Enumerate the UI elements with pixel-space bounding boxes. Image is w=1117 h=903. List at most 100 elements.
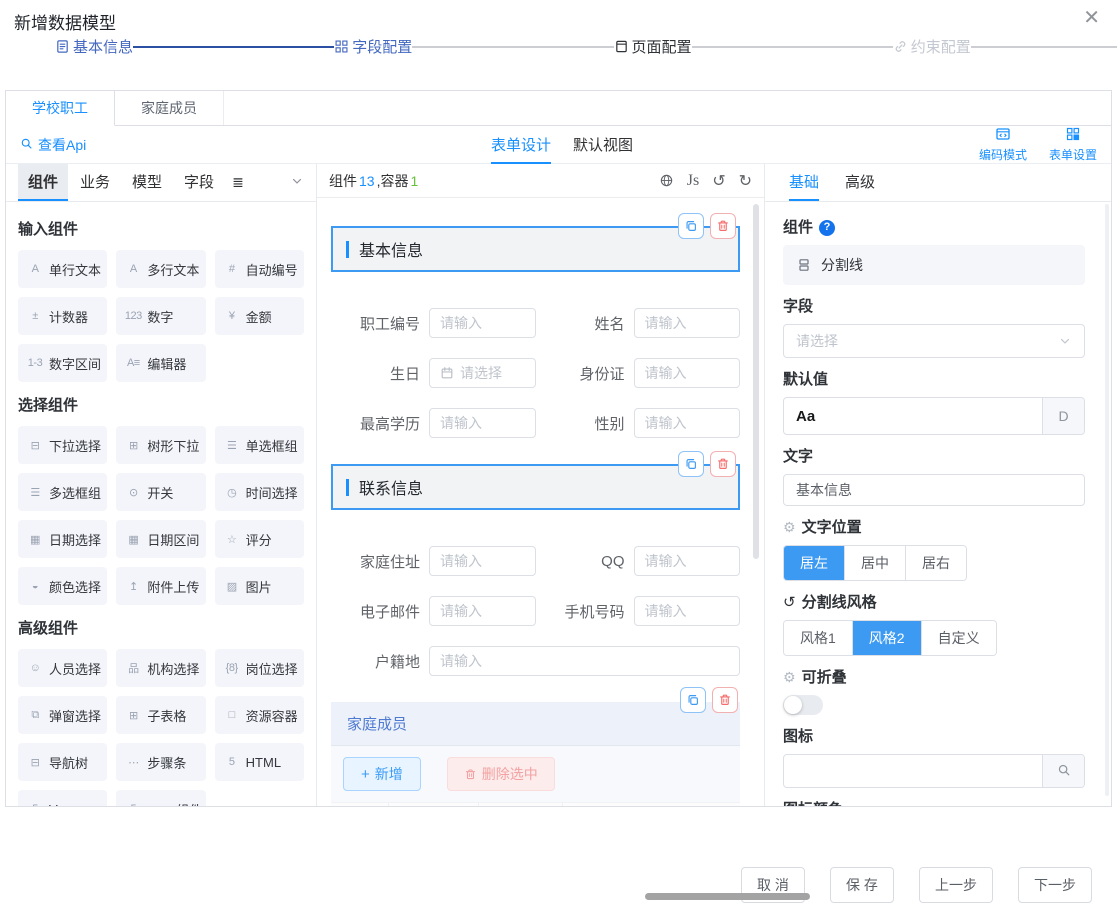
next-step-button[interactable]: 下一步 (1018, 867, 1092, 903)
field-select[interactable]: 请选择 (783, 324, 1085, 358)
divider-style-option[interactable]: 自定义 (921, 621, 996, 655)
field-input[interactable]: 请输入 (634, 408, 741, 438)
step-field-config[interactable]: 字段配置 (334, 36, 412, 57)
globe-icon[interactable] (659, 173, 674, 188)
palette-item[interactable]: ▨图片 (215, 567, 304, 605)
icon-search-button[interactable] (1042, 755, 1084, 787)
horizontal-scrollbar[interactable] (645, 893, 810, 900)
palette-item[interactable]: ⊙开关 (116, 473, 205, 511)
copy-widget-button[interactable] (678, 451, 704, 477)
palette-item[interactable]: ▦日期选择 (18, 520, 107, 558)
js-icon[interactable]: Js (687, 172, 699, 190)
divider-style-option[interactable]: 风格1 (784, 621, 852, 655)
model-tab-school-staff[interactable]: 学校职工 (6, 91, 115, 126)
field-input[interactable]: 请输入 (429, 596, 536, 626)
palette-tab-fields[interactable]: 字段 (174, 164, 224, 201)
field-input[interactable]: 请输入 (634, 358, 741, 388)
field-input[interactable]: 请选择 (429, 358, 536, 388)
palette-item[interactable]: ⊟下拉选择 (18, 426, 107, 464)
palette-item-label: 金额 (246, 307, 272, 326)
redo-icon[interactable]: ↻ (739, 171, 752, 191)
palette-item[interactable]: 5Vue (18, 790, 107, 806)
palette-tab-components[interactable]: 组件 (18, 164, 68, 201)
divider-style-option[interactable]: 风格2 (852, 621, 921, 655)
field-input[interactable]: 请输入 (429, 308, 536, 338)
step-constraint-config[interactable]: 约束配置 (893, 36, 971, 57)
icon-input[interactable] (783, 754, 1085, 788)
palette-item[interactable]: 5OCR组件 (116, 790, 205, 806)
menu-icon[interactable]: ≣ (232, 174, 244, 191)
palette-item[interactable]: 123数字 (116, 297, 205, 335)
reset-icon[interactable]: ↺ (783, 593, 796, 612)
field-input[interactable]: 请输入 (429, 408, 536, 438)
step-page-config[interactable]: 页面配置 (614, 36, 692, 57)
tab-basic[interactable]: 基础 (789, 164, 819, 201)
subtable-add-button[interactable]: +新增 (343, 757, 421, 791)
palette-item[interactable]: ↥附件上传 (116, 567, 205, 605)
field-input[interactable]: 请输入 (634, 596, 741, 626)
divider-widget[interactable]: 联系信息 (331, 464, 740, 510)
subtable-widget[interactable]: 家庭成员+新增删除选中姓名关系操作 (331, 702, 740, 806)
delete-widget-button[interactable] (710, 213, 736, 239)
field-input[interactable]: 请输入 (634, 546, 741, 576)
inspector-scrollbar[interactable] (1105, 204, 1109, 796)
palette-item[interactable]: 5HTML (215, 743, 304, 781)
chevron-down-icon[interactable] (290, 174, 304, 191)
palette-item[interactable]: 1-3数字区间 (18, 344, 107, 382)
save-button[interactable]: 保 存 (830, 867, 894, 903)
palette-item[interactable]: A多行文本 (116, 250, 205, 288)
palette-item[interactable]: ☆评分 (215, 520, 304, 558)
copy-widget-button[interactable] (678, 213, 704, 239)
delete-widget-button[interactable] (712, 687, 738, 713)
text-align-option[interactable]: 居中 (844, 546, 905, 580)
palette-item[interactable]: □资源容器 (215, 696, 304, 734)
subtable-delete-selected-button[interactable]: 删除选中 (447, 757, 555, 791)
view-api-link[interactable]: 查看Api (20, 135, 86, 155)
text-align-option[interactable]: 居左 (784, 546, 844, 580)
palette-item[interactable]: {8}岗位选择 (215, 649, 304, 687)
default-value-input[interactable]: Aa D (783, 397, 1085, 435)
palette-item[interactable]: ◷时间选择 (215, 473, 304, 511)
close-icon[interactable]: ✕ (1083, 8, 1100, 28)
previous-step-button[interactable]: 上一步 (919, 867, 993, 903)
palette-item[interactable]: ▦日期区间 (116, 520, 205, 558)
palette-item[interactable]: ☰多选框组 (18, 473, 107, 511)
field-input[interactable]: 请输入 (429, 646, 740, 676)
palette-item[interactable]: ⊟导航树 (18, 743, 107, 781)
code-mode-button[interactable]: 编码模式 (979, 126, 1027, 163)
palette-item[interactable]: ☺人员选择 (18, 649, 107, 687)
palette-item[interactable]: A≡编辑器 (116, 344, 205, 382)
field-input[interactable]: 请输入 (634, 308, 741, 338)
palette-item[interactable]: 品机构选择 (116, 649, 205, 687)
palette-item[interactable]: A单行文本 (18, 250, 107, 288)
palette-item[interactable]: ◒颜色选择 (18, 567, 107, 605)
palette-tab-model[interactable]: 模型 (122, 164, 172, 201)
model-tab-family-members[interactable]: 家庭成员 (115, 91, 224, 125)
palette-tab-business[interactable]: 业务 (70, 164, 120, 201)
palette-item[interactable]: ¥金额 (215, 297, 304, 335)
palette-item[interactable]: #自动编号 (215, 250, 304, 288)
palette-item[interactable]: ⊞子表格 (116, 696, 205, 734)
step-basic-info[interactable]: 基本信息 (55, 36, 133, 57)
form-settings-button[interactable]: 表单设置 (1049, 126, 1097, 163)
palette-item[interactable]: ⧉弹窗选择 (18, 696, 107, 734)
default-addon-button[interactable]: D (1042, 398, 1084, 434)
tab-form-design[interactable]: 表单设计 (491, 126, 551, 164)
palette-item[interactable]: ☰单选框组 (215, 426, 304, 464)
palette-item[interactable]: ⊞树形下拉 (116, 426, 205, 464)
tab-advanced[interactable]: 高级 (845, 164, 875, 201)
text-input[interactable] (783, 474, 1085, 506)
divider-widget[interactable]: 基本信息 (331, 226, 740, 272)
field-input[interactable]: 请输入 (429, 546, 536, 576)
delete-widget-button[interactable] (710, 451, 736, 477)
collapsible-toggle[interactable] (783, 695, 823, 715)
canvas-scrollbar[interactable] (753, 204, 759, 559)
help-icon[interactable]: ? (819, 220, 835, 236)
field-placeholder: 请输入 (645, 413, 687, 433)
palette-item[interactable]: ⋯步骤条 (116, 743, 205, 781)
copy-widget-button[interactable] (680, 687, 706, 713)
undo-icon[interactable]: ↺ (712, 171, 725, 191)
palette-item[interactable]: ±计数器 (18, 297, 107, 335)
text-align-option[interactable]: 居右 (905, 546, 966, 580)
tab-default-view[interactable]: 默认视图 (573, 126, 633, 164)
